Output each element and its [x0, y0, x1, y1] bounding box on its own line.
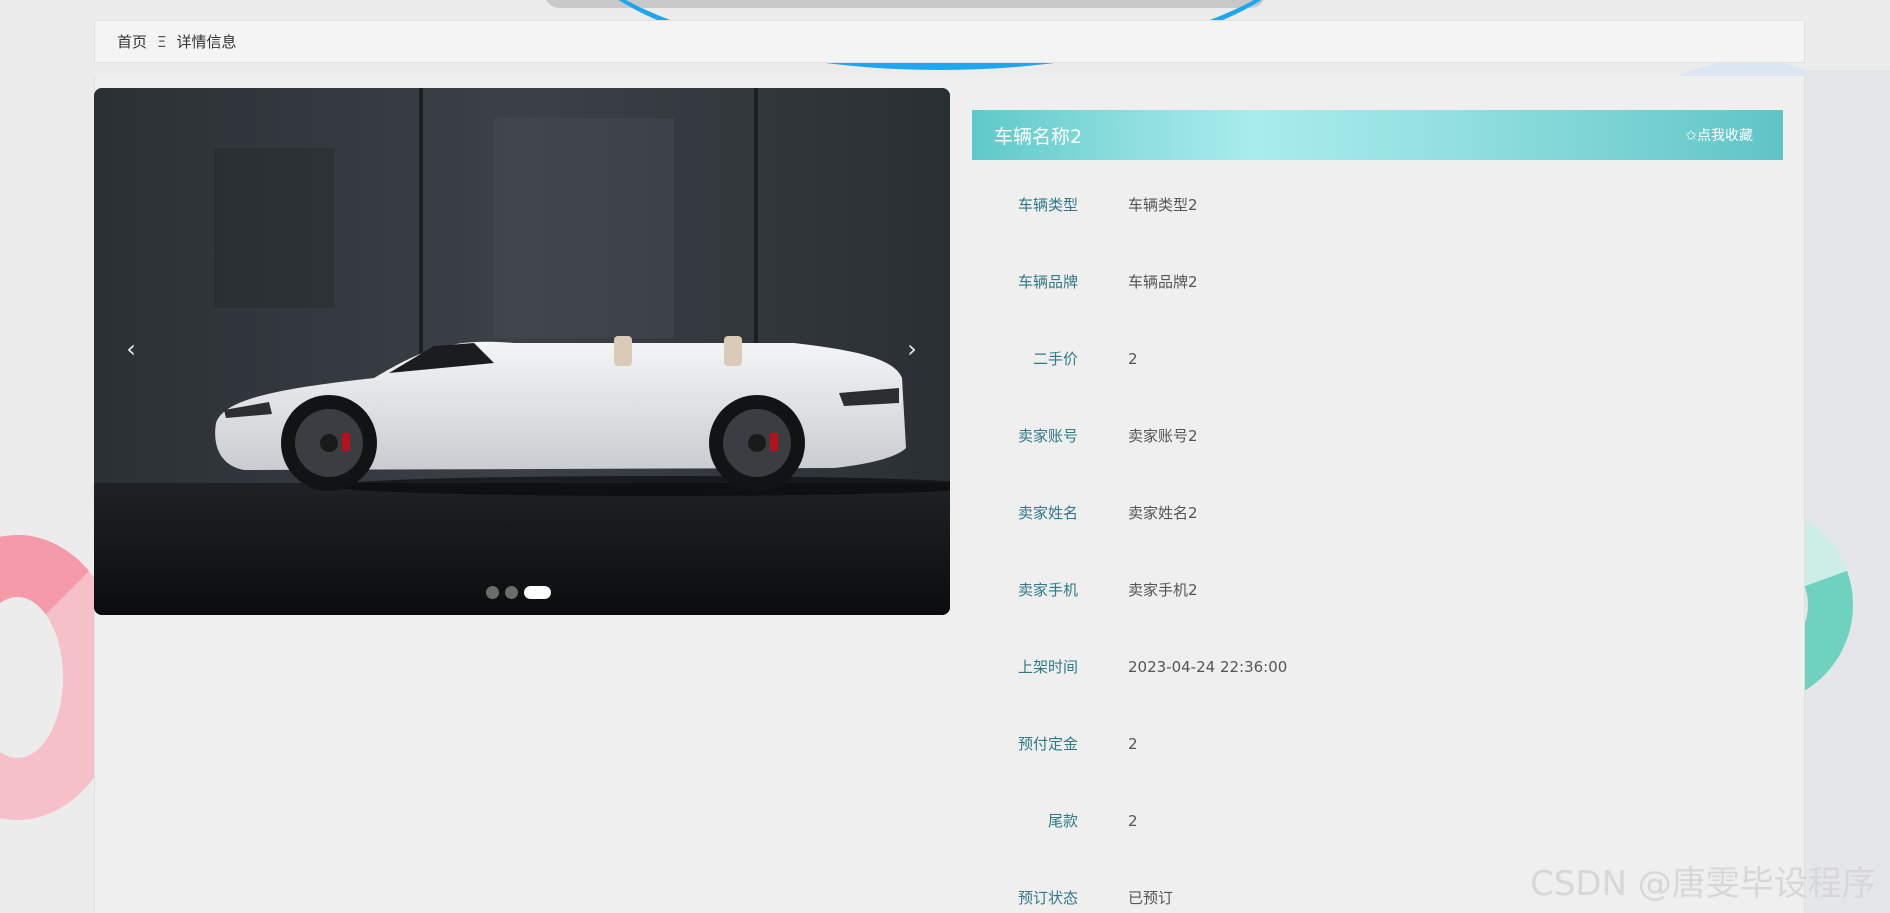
field-value: 已预订 [1128, 889, 1174, 907]
field-value: 卖家姓名2 [1128, 504, 1198, 522]
field-value: 2 [1128, 812, 1138, 830]
chevron-right-icon[interactable]: › [900, 337, 924, 361]
breadcrumb: 首页 Ξ 详情信息 [94, 20, 1805, 63]
carousel-dot-active[interactable] [524, 586, 551, 599]
field-label: 车辆品牌 [1017, 273, 1078, 291]
field-value: 2023-04-24 22:36:00 [1128, 658, 1288, 676]
field-vehicle-type: 车辆类型 车辆类型2 [972, 192, 1783, 218]
field-label: 预订状态 [1017, 889, 1078, 907]
field-listing-time: 上架时间 2023-04-24 22:36:00 [972, 654, 1783, 680]
field-seller-account: 卖家账号 卖家账号2 [972, 423, 1783, 449]
field-deposit: 预付定金 2 [972, 731, 1783, 757]
field-value: 2 [1128, 735, 1138, 753]
field-value: 2 [1128, 350, 1138, 368]
right-strip-decoration [1805, 70, 1890, 913]
field-seller-name: 卖家姓名 卖家姓名2 [972, 500, 1783, 526]
carousel-indicators [486, 586, 551, 599]
field-label: 二手价 [1032, 350, 1078, 368]
detail-title-bar: 车辆名称2 ✩点我收藏 [972, 110, 1783, 160]
watermark: CSDN @唐雯毕设程序 [1530, 864, 1876, 904]
field-label: 车辆类型 [1017, 196, 1078, 214]
field-vehicle-brand: 车辆品牌 车辆品牌2 [972, 269, 1783, 295]
field-value: 卖家手机2 [1128, 581, 1198, 599]
breadcrumb-home[interactable]: 首页 [117, 31, 147, 52]
field-value: 车辆类型2 [1128, 196, 1198, 214]
field-label: 上架时间 [1017, 658, 1078, 676]
field-label: 尾款 [1047, 812, 1078, 830]
field-value: 卖家账号2 [1128, 427, 1198, 445]
field-seller-phone: 卖家手机 卖家手机2 [972, 577, 1783, 603]
favorite-button[interactable]: ✩点我收藏 [1685, 125, 1753, 145]
field-label: 卖家账号 [1017, 427, 1078, 445]
field-balance: 尾款 2 [972, 808, 1783, 834]
carousel-dot[interactable] [486, 586, 499, 599]
field-used-price: 二手价 2 [972, 346, 1783, 372]
image-carousel[interactable] [94, 88, 950, 615]
chevron-left-icon[interactable]: ‹ [119, 337, 143, 361]
field-value: 车辆品牌2 [1128, 273, 1198, 291]
vehicle-name: 车辆名称2 [994, 125, 1083, 148]
breadcrumb-current: 详情信息 [176, 33, 237, 51]
carousel-dot[interactable] [505, 586, 518, 599]
field-label: 卖家手机 [1017, 581, 1078, 599]
field-label: 卖家姓名 [1017, 504, 1078, 522]
breadcrumb-separator: Ξ [157, 32, 167, 51]
field-label: 预付定金 [1017, 735, 1078, 753]
car-photo [94, 88, 950, 615]
